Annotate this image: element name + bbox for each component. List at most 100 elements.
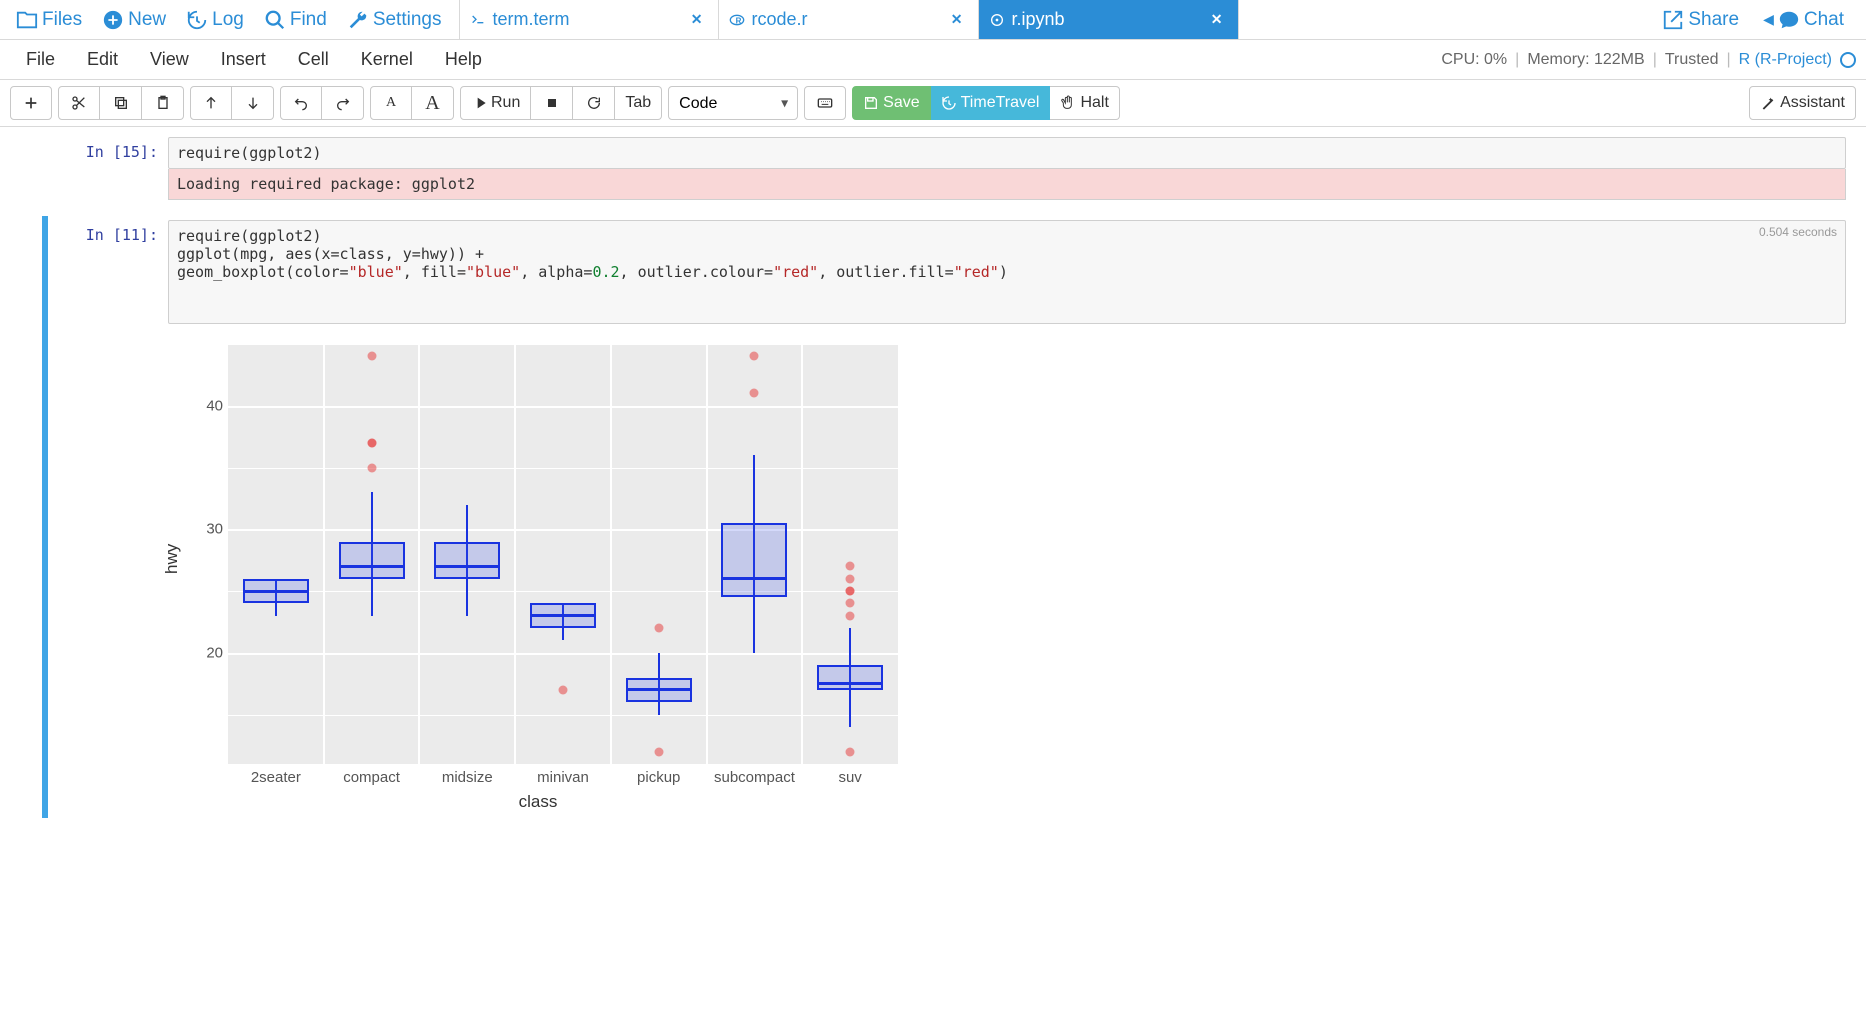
assistant-button[interactable]: Assistant bbox=[1749, 86, 1856, 120]
tab-label: r.ipynb bbox=[1011, 9, 1064, 30]
menu-insert[interactable]: Insert bbox=[205, 45, 282, 74]
tab-term[interactable]: term.term ✕ bbox=[459, 0, 719, 39]
font-large-button[interactable]: A bbox=[412, 86, 454, 120]
code-input[interactable]: require(ggplot2) ggplot(mpg, aes(x=class… bbox=[168, 220, 1846, 324]
interrupt-button[interactable] bbox=[531, 86, 573, 120]
menu-view[interactable]: View bbox=[134, 45, 205, 74]
hand-icon bbox=[1060, 95, 1076, 111]
save-button[interactable]: Save bbox=[852, 86, 930, 120]
tab-label: rcode.r bbox=[751, 9, 807, 30]
keyboard-button[interactable] bbox=[804, 86, 846, 120]
scissors-icon bbox=[71, 95, 87, 111]
menu-cell[interactable]: Cell bbox=[282, 45, 345, 74]
history-icon bbox=[186, 9, 208, 31]
tab-rcode[interactable]: R rcode.r ✕ bbox=[719, 0, 979, 39]
insert-cell-button[interactable] bbox=[10, 86, 52, 120]
stop-icon bbox=[544, 95, 560, 111]
notebook-icon bbox=[989, 12, 1005, 28]
notebook-toolbar: A A Run Tab Code Save TimeTravel Halt bbox=[0, 80, 1866, 127]
x-tick-label: suv bbox=[838, 769, 861, 786]
restart-button[interactable] bbox=[573, 86, 615, 120]
move-down-button[interactable] bbox=[232, 86, 274, 120]
memory-status: Memory: 122MB bbox=[1527, 51, 1644, 69]
menu-edit[interactable]: Edit bbox=[71, 45, 134, 74]
top-toolbar: Files New Log Find Settings term.term ✕ bbox=[0, 0, 1866, 40]
celltype-select[interactable]: Code bbox=[668, 86, 798, 120]
clipboard-icon bbox=[155, 95, 171, 111]
y-tick-label: 20 bbox=[168, 644, 223, 661]
undo-button[interactable] bbox=[280, 86, 322, 120]
save-icon bbox=[863, 95, 879, 111]
search-icon bbox=[264, 9, 286, 31]
copy-icon bbox=[113, 95, 129, 111]
close-icon[interactable]: ✕ bbox=[691, 11, 703, 28]
code-input[interactable]: require(ggplot2) bbox=[168, 137, 1846, 169]
cut-button[interactable] bbox=[58, 86, 100, 120]
y-tick-label: 40 bbox=[168, 397, 223, 414]
close-icon[interactable]: ✕ bbox=[1211, 11, 1223, 28]
paste-button[interactable] bbox=[142, 86, 184, 120]
share-button[interactable]: Share bbox=[1654, 7, 1747, 33]
plus-icon bbox=[23, 95, 39, 111]
find-button[interactable]: Find bbox=[256, 7, 335, 33]
execution-timing: 0.504 seconds bbox=[1759, 225, 1837, 239]
menu-help[interactable]: Help bbox=[429, 45, 498, 74]
log-button[interactable]: Log bbox=[178, 7, 252, 33]
menubar: File Edit View Insert Cell Kernel Help C… bbox=[0, 40, 1866, 80]
files-button[interactable]: Files bbox=[8, 7, 90, 33]
y-axis-label: hwy bbox=[162, 544, 182, 574]
close-icon[interactable]: ✕ bbox=[951, 11, 963, 28]
x-tick-label: subcompact bbox=[714, 769, 795, 786]
copy-button[interactable] bbox=[100, 86, 142, 120]
menu-kernel[interactable]: Kernel bbox=[345, 45, 429, 74]
code-cell[interactable]: In [15]: require(ggplot2) Loading requir… bbox=[48, 133, 1866, 204]
kernel-indicator-icon[interactable] bbox=[1840, 52, 1856, 68]
x-axis-label: class bbox=[519, 792, 558, 812]
plot-output: hwy class 2030402seatercompactmidsizemin… bbox=[168, 334, 1846, 814]
input-prompt: In [11]: bbox=[48, 220, 168, 814]
chat-button[interactable]: ◀ Chat bbox=[1755, 7, 1852, 33]
move-up-button[interactable] bbox=[190, 86, 232, 120]
tab-ripynb[interactable]: r.ipynb ✕ bbox=[979, 0, 1239, 39]
separator: | bbox=[1653, 51, 1657, 69]
svg-text:R: R bbox=[736, 16, 742, 25]
new-button[interactable]: New bbox=[94, 7, 174, 33]
magic-icon bbox=[1760, 95, 1776, 111]
redo-icon bbox=[335, 95, 351, 111]
separator: | bbox=[1727, 51, 1731, 69]
y-tick-label: 30 bbox=[168, 521, 223, 538]
settings-button[interactable]: Settings bbox=[339, 7, 450, 33]
keyboard-icon bbox=[817, 95, 833, 111]
refresh-icon bbox=[586, 95, 602, 111]
chat-icon: ◀ bbox=[1763, 11, 1774, 28]
x-tick-label: pickup bbox=[637, 769, 680, 786]
input-prompt: In [15]: bbox=[48, 137, 168, 200]
trusted-status: Trusted bbox=[1665, 51, 1719, 69]
tab-strip: term.term ✕ R rcode.r ✕ r.ipynb ✕ bbox=[459, 0, 1648, 39]
share-icon bbox=[1662, 9, 1684, 31]
halt-button[interactable]: Halt bbox=[1050, 86, 1119, 120]
notebook-area[interactable]: In [15]: require(ggplot2) Loading requir… bbox=[0, 127, 1866, 1010]
terminal-icon bbox=[470, 12, 486, 28]
x-tick-label: minivan bbox=[537, 769, 589, 786]
code-cell[interactable]: In [11]: require(ggplot2) ggplot(mpg, ae… bbox=[42, 216, 1866, 818]
x-tick-label: midsize bbox=[442, 769, 493, 786]
history-icon bbox=[941, 95, 957, 111]
timetravel-button[interactable]: TimeTravel bbox=[931, 86, 1051, 120]
tab-button[interactable]: Tab bbox=[615, 86, 662, 120]
r-lang-icon: R bbox=[729, 12, 745, 28]
separator: | bbox=[1515, 51, 1519, 69]
font-small-button[interactable]: A bbox=[370, 86, 412, 120]
redo-button[interactable] bbox=[322, 86, 364, 120]
undo-icon bbox=[293, 95, 309, 111]
run-button[interactable]: Run bbox=[460, 86, 531, 120]
arrow-down-icon bbox=[245, 95, 261, 111]
ggplot-chart: hwy class 2030402seatercompactmidsizemin… bbox=[168, 334, 908, 814]
x-tick-label: compact bbox=[343, 769, 400, 786]
folder-icon bbox=[16, 9, 38, 31]
wrench-icon bbox=[347, 9, 369, 31]
kernel-link[interactable]: R (R-Project) bbox=[1739, 51, 1832, 69]
speech-icon bbox=[1778, 9, 1800, 31]
menu-file[interactable]: File bbox=[10, 45, 71, 74]
stream-output: Loading required package: ggplot2 bbox=[168, 169, 1846, 200]
